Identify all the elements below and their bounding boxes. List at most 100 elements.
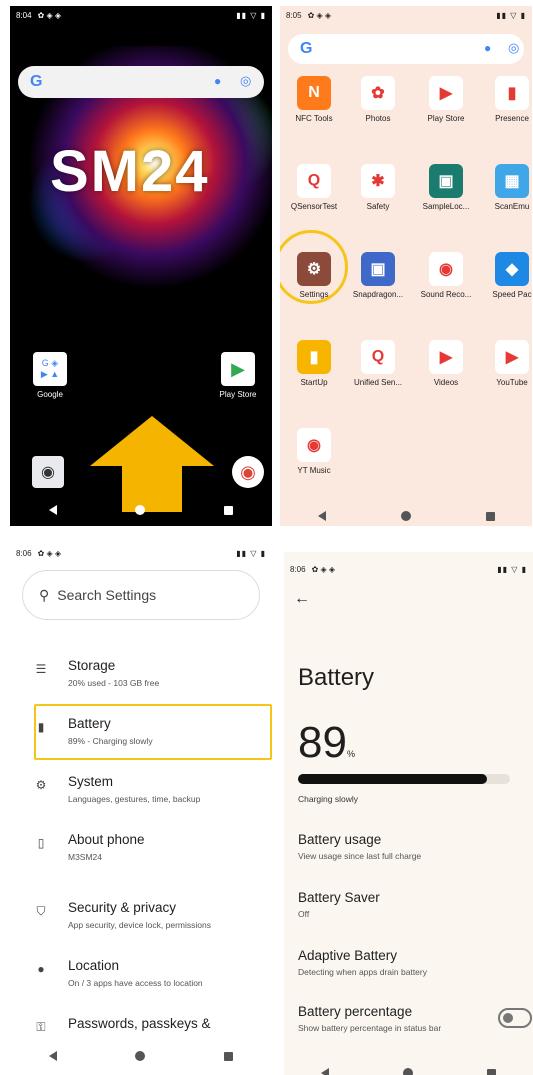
settings-panel: 8:06 ✿ ◈ ◈ ▮▮ ▽ ▮ ⚲ Search Settings ☰ Sto… [10, 540, 272, 1075]
settings-item-title: Battery [68, 716, 111, 731]
battery-percent-unit: % [346, 749, 355, 759]
status-time: 8:04 [16, 10, 32, 20]
app-nfc-tools[interactable]: N NFC Tools [284, 76, 344, 123]
back-icon[interactable] [49, 1051, 58, 1061]
status-time: 8:05 [286, 10, 302, 20]
app-icon: N [297, 76, 331, 110]
google-folder-label: Google [37, 390, 63, 399]
drawer-search-bar[interactable]: G ● ◎ [288, 34, 524, 64]
nav-bar [280, 500, 532, 526]
settings-item-subtitle: 89% - Charging slowly [68, 736, 153, 746]
battery-option-subtitle: Off [298, 909, 310, 919]
google-logo-icon: G [30, 73, 43, 90]
app-sound-reco[interactable]: ◉ Sound Reco... [416, 252, 476, 299]
recents-icon[interactable] [223, 1051, 233, 1061]
app-videos[interactable]: ▶ Videos [416, 340, 476, 387]
app-label: QSensorTest [290, 202, 338, 211]
settings-item-title: System [68, 774, 114, 789]
settings-item-location[interactable]: ● Location On / 3 apps have access to loca… [34, 958, 272, 1002]
status-time: 8:06 [290, 564, 306, 574]
app-icon: ◉ [429, 252, 463, 286]
app-icon: ▣ [361, 252, 395, 286]
settings-item-system[interactable]: ⚙ System Languages, gestures, time, backup [34, 774, 272, 818]
google-folder[interactable]: G ◈ ▶ ▲ Google [20, 352, 80, 399]
app-play-store[interactable]: ▶ Play Store [416, 76, 476, 123]
settings-item-title: Storage [68, 658, 116, 673]
settings-item-icon: ⛉ [36, 904, 46, 918]
status-icons-left: ✿ ◈ ◈ [311, 564, 336, 574]
status-icons-left: ✿ ◈ ◈ [37, 10, 62, 20]
recents-icon[interactable] [485, 511, 495, 521]
home-icon[interactable] [403, 1068, 413, 1075]
app-photos[interactable]: ✿ Photos [348, 76, 408, 123]
app-presence[interactable]: ▮ Presence [482, 76, 532, 123]
app-icon: ✿ [361, 76, 395, 110]
back-icon[interactable] [49, 505, 58, 515]
app-startup[interactable]: ▮ StartUp [284, 340, 344, 387]
app-sampleloc[interactable]: ▣ SampleLoc... [416, 164, 476, 211]
camera-dock-icon[interactable]: ◉ [32, 456, 64, 488]
status-icons-right: ▮▮ ▽ ▮ [496, 10, 526, 20]
settings-item-icon: ▯ [37, 836, 45, 850]
status-icons-left: ✿ ◈ ◈ [37, 548, 62, 558]
back-arrow-icon[interactable]: ← [294, 590, 310, 608]
app-icon: ▮ [297, 340, 331, 374]
battery-option-subtitle: View usage since last full charge [298, 851, 422, 861]
settings-search-input[interactable]: ⚲ Search Settings [22, 570, 260, 620]
status-bar: 8:06 ✿ ◈ ◈ ▮▮ ▽ ▮ [10, 544, 272, 562]
battery-option-battery-percentage[interactable]: Battery percentage Show battery percentag… [298, 1004, 441, 1033]
nav-bar [10, 494, 272, 526]
app-icon: ◉ [297, 428, 331, 462]
app-speed-pac[interactable]: ◆ Speed Pac [482, 252, 532, 299]
home-icon[interactable] [135, 1051, 146, 1061]
app-scanemu[interactable]: ▦ ScanEmu [482, 164, 532, 211]
app-icon: Q [361, 340, 395, 374]
app-snapdragon[interactable]: ▣ Snapdragon... [348, 252, 408, 299]
settings-item-about-phone[interactable]: ▯ About phone M3SM24 [34, 832, 272, 876]
battery-option-battery-saver[interactable]: Battery Saver Off [298, 890, 380, 919]
settings-item-icon: ▮ [37, 720, 45, 734]
app-label: Sound Reco... [420, 290, 472, 299]
app-qsensortest[interactable]: Q QSensorTest [284, 164, 344, 211]
app-safety[interactable]: ✱ Safety [348, 164, 408, 211]
page-title: Battery [298, 664, 375, 691]
home-screen-panel: 8:04 ✿ ◈ ◈ ▮▮ ▽ ▮ G ● ◎ SM24 G ◈ ▶ ▲ Goog… [10, 6, 272, 526]
settings-item-icon: ☰ [35, 662, 47, 676]
settings-item-storage[interactable]: ☰ Storage 20% used - 103 GB free [34, 658, 272, 702]
app-label: NFC Tools [295, 114, 333, 123]
battery-percent-value: 89 [298, 718, 347, 767]
battery-percentage-toggle[interactable] [498, 1008, 532, 1028]
app-yt-music[interactable]: ◉ YT Music [284, 428, 344, 475]
app-label: StartUp [300, 378, 328, 387]
app-label: YT Music [297, 466, 331, 475]
mic-icon[interactable]: ● [484, 41, 491, 55]
battery-level-fill [298, 774, 487, 784]
settings-item-battery[interactable]: ▮ Battery 89% - Charging slowly [34, 716, 272, 760]
home-icon[interactable] [400, 511, 411, 521]
app-icon: ▶ [495, 340, 529, 374]
battery-option-adaptive-battery[interactable]: Adaptive Battery Detecting when apps drai… [298, 948, 427, 977]
settings-item-security-privacy[interactable]: ⛉ Security & privacy App security, device … [34, 900, 272, 944]
lens-icon[interactable]: ◎ [508, 40, 519, 56]
battery-option-battery-usage[interactable]: Battery usage View usage since last full … [298, 832, 421, 861]
app-icon: ▣ [429, 164, 463, 198]
status-time: 8:06 [16, 548, 32, 558]
play-store-shortcut[interactable]: ▶ Play Store [208, 352, 268, 399]
lens-icon[interactable]: ◎ [240, 73, 251, 89]
google-search-bar[interactable]: G ● ◎ [18, 66, 264, 98]
mic-icon[interactable]: ● [214, 74, 221, 88]
app-unified-sen[interactable]: Q Unified Sen... [348, 340, 408, 387]
app-label: SampleLoc... [422, 202, 470, 211]
swipe-up-arrow-icon [90, 416, 214, 466]
recents-icon[interactable] [487, 1068, 496, 1075]
settings-item-title: Passwords, passkeys & [68, 1016, 211, 1031]
status-icons-right: ▮▮ ▽ ▮ [236, 10, 266, 20]
back-icon[interactable] [317, 511, 326, 521]
nav-bar [10, 1040, 272, 1072]
back-icon[interactable] [321, 1068, 329, 1075]
chrome-dock-icon[interactable]: ◉ [232, 456, 264, 488]
google-logo-icon: G [300, 40, 313, 57]
home-icon[interactable] [135, 505, 146, 515]
app-youtube[interactable]: ▶ YouTube [482, 340, 532, 387]
recents-icon[interactable] [223, 505, 233, 515]
